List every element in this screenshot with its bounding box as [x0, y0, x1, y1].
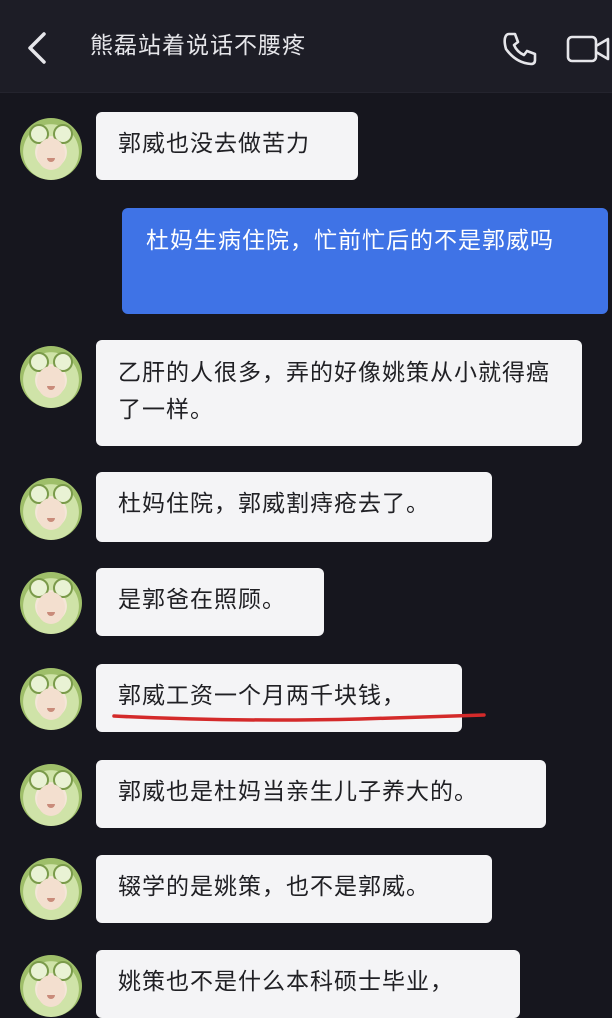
received-message-bubble[interactable]: 郭威也是杜妈当亲生儿子养大的。 [96, 760, 546, 828]
chat-header: 熊磊站着说话不腰疼 [0, 0, 612, 93]
received-message-bubble[interactable]: 乙肝的人很多，弄的好像姚策从小就得癌了一样。 [96, 340, 582, 446]
received-message-bubble[interactable]: 杜妈住院，郭威割痔疮去了。 [96, 472, 492, 542]
contact-avatar[interactable] [20, 118, 82, 180]
sent-message-bubble[interactable]: 杜妈生病住院，忙前忙后的不是郭威吗 [122, 208, 608, 314]
video-camera-icon[interactable] [566, 33, 612, 65]
phone-icon[interactable] [500, 29, 540, 69]
contact-avatar[interactable] [20, 668, 82, 730]
contact-avatar[interactable] [20, 572, 82, 634]
received-message-bubble[interactable]: 郭威也没去做苦力 [96, 112, 358, 180]
received-message-bubble[interactable]: 姚策也不是什么本科硕士毕业， [96, 950, 520, 1018]
received-message-bubble[interactable]: 辍学的是姚策，也不是郭威。 [96, 855, 492, 923]
contact-avatar[interactable] [20, 346, 82, 408]
back-chevron-icon[interactable] [24, 30, 52, 66]
received-message-bubble[interactable]: 是郭爸在照顾。 [96, 568, 324, 636]
chat-title: 熊磊站着说话不腰疼 [90, 33, 306, 59]
red-underline-annotation [112, 713, 486, 722]
contact-avatar[interactable] [20, 764, 82, 826]
contact-avatar[interactable] [20, 955, 82, 1017]
contact-avatar[interactable] [20, 478, 82, 540]
contact-avatar[interactable] [20, 858, 82, 920]
